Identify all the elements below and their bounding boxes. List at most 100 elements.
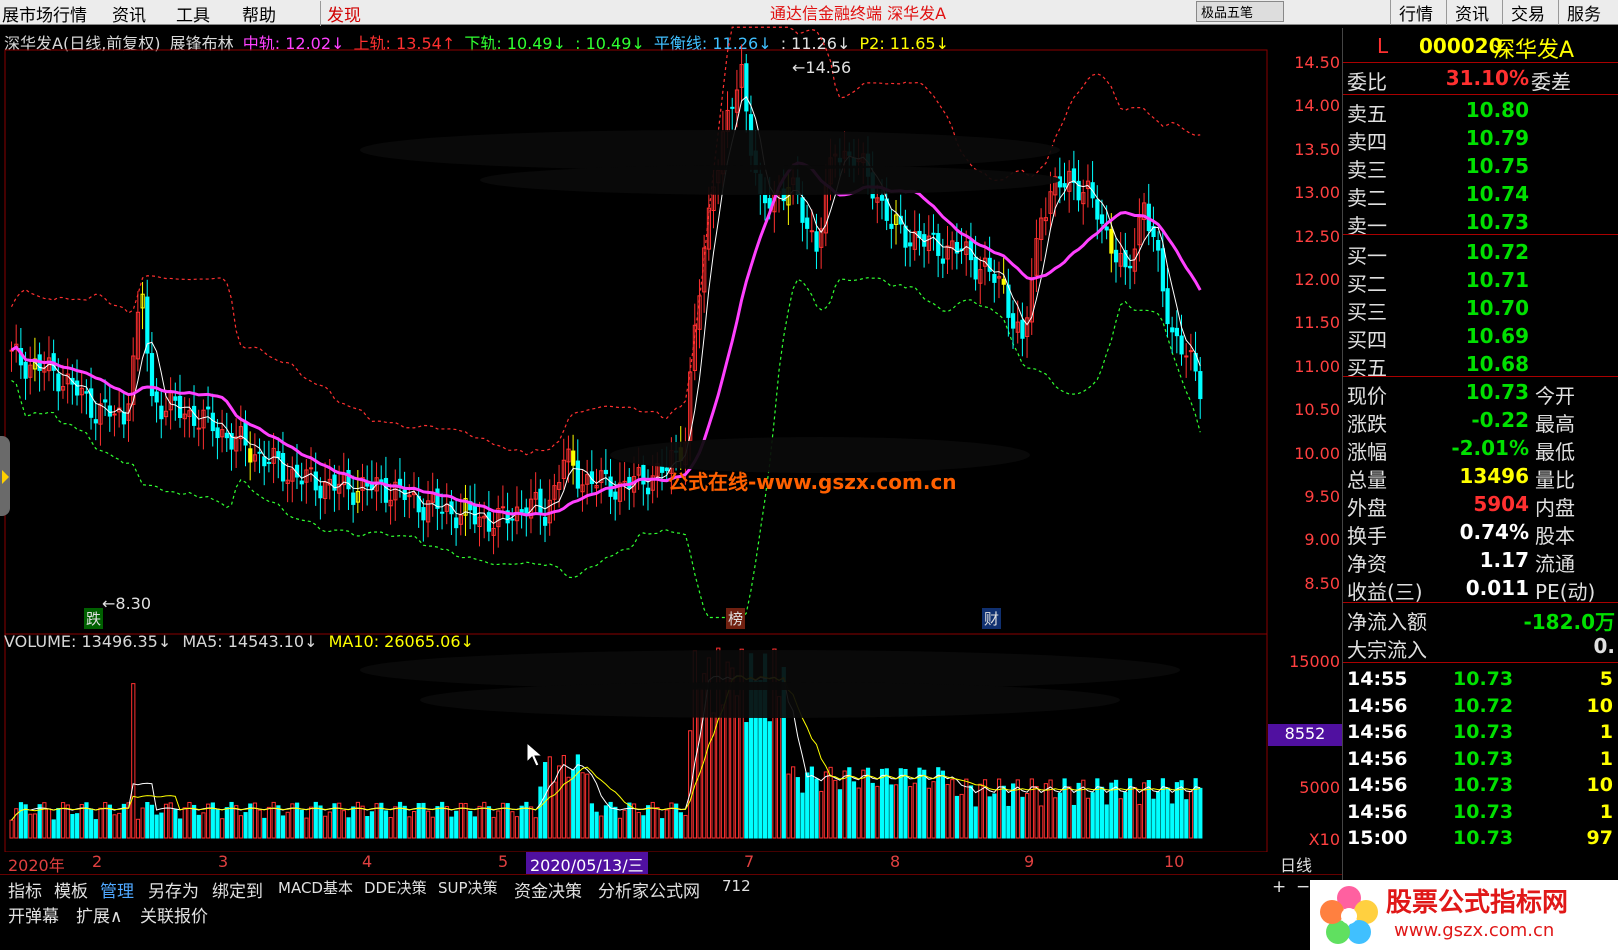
volume-bar (89, 808, 94, 839)
ask-row-value: 10.74 (1465, 182, 1529, 206)
zoom-in-button[interactable]: + (1272, 877, 1286, 897)
date-label: 10 (1164, 852, 1185, 871)
date-label: 4 (362, 852, 373, 871)
volume-title-line: VOLUME: 13496.35↓ MA5: 14543.10↓ MA10: 2… (4, 632, 480, 651)
volume-bar (842, 770, 847, 839)
candle-body (1104, 226, 1109, 231)
volume-bar (594, 811, 599, 839)
volume-bar (182, 807, 187, 839)
candle-body (1174, 327, 1180, 337)
volume-bar (496, 810, 501, 839)
stat-row: 净资 1.17 流通 (1343, 548, 1618, 576)
volume-bar (93, 819, 98, 839)
btn-service[interactable]: 服务 (1558, 0, 1609, 25)
volume-tick-label: X10 (1308, 830, 1340, 849)
btn-related-quote[interactable]: 关联报价 (140, 902, 208, 927)
volume-bar (823, 771, 829, 839)
candle-body (645, 487, 651, 495)
btn-quote[interactable]: 行情 (1390, 0, 1441, 25)
tab-indicator[interactable]: 指标 (8, 877, 42, 902)
stat-row-label: 涨跌 (1347, 412, 1387, 436)
tab-dde[interactable]: DDE决策 (364, 877, 427, 898)
volume-bar (987, 796, 992, 839)
candle-body (1156, 239, 1161, 251)
candle-body (1198, 371, 1203, 400)
volume-bar (875, 785, 880, 839)
flow-value: 0. (1593, 634, 1615, 658)
candle-body (299, 480, 304, 485)
tab-fenxijia[interactable]: 分析家公式网 (598, 877, 700, 902)
candle-body (383, 477, 389, 503)
candle-body (1109, 228, 1114, 254)
ask-row-value: 10.80 (1465, 98, 1529, 122)
volume-bar (1151, 798, 1156, 839)
candle-body (500, 506, 506, 509)
volume-bar (491, 816, 496, 839)
candle-body (210, 412, 215, 432)
volume-bar (159, 812, 164, 839)
volume-bar (1090, 792, 1095, 839)
volume-tick-label: 5000 (1299, 778, 1340, 797)
candlestick-chart[interactable] (0, 0, 1342, 852)
tab-sup[interactable]: SUP决策 (438, 877, 498, 898)
volume-bar (98, 807, 103, 839)
stat-row-label2: 股本 (1535, 524, 1575, 548)
stat-row-label: 净资 (1347, 552, 1387, 576)
volume-bar (472, 816, 478, 839)
bid-row-value: 10.69 (1465, 324, 1529, 348)
expand-arrow-icon (2, 470, 9, 484)
btn-trade[interactable]: 交易 (1502, 0, 1553, 25)
volume-bar (940, 770, 946, 839)
bid-row: 买五 10.68 (1343, 352, 1618, 380)
volume-bar (1123, 791, 1128, 839)
date-label: 3 (218, 852, 229, 871)
btn-danmaku[interactable]: 开弹幕 (8, 902, 59, 927)
date-label: 5 (498, 852, 509, 871)
tick-price: 10.73 (1453, 800, 1514, 823)
tick-time: 14:56 (1347, 800, 1408, 823)
tab-712[interactable]: 712 (722, 877, 751, 895)
tab-capital[interactable]: 资金决策 (514, 877, 582, 902)
cai-badge[interactable]: 财 (982, 608, 1002, 629)
btn-expand[interactable]: 扩展∧ (76, 902, 122, 927)
date-label: 2 (92, 852, 103, 871)
volume-bar (243, 812, 248, 839)
btn-news[interactable]: 资讯 (1446, 0, 1497, 25)
volume-bar (65, 804, 70, 839)
volume-bar (486, 806, 492, 839)
tick-time: 14:56 (1347, 721, 1408, 743)
volume-bar (805, 772, 810, 839)
tab-save-as[interactable]: 另存为 (148, 877, 199, 902)
tab-template[interactable]: 模板 (54, 877, 88, 902)
volume-bar (964, 778, 969, 839)
volume-bar (407, 816, 412, 839)
volume-bar (617, 817, 623, 839)
candle-body (1179, 335, 1184, 355)
zoom-out-button[interactable]: − (1296, 877, 1310, 897)
volume-bar (528, 806, 534, 839)
volume-bar (280, 815, 286, 839)
volume-bar (430, 816, 435, 839)
volume-bar (257, 809, 262, 839)
candle-body (575, 460, 580, 489)
stat-row: 总量 13496 量比 (1343, 464, 1618, 492)
tick-row: 14:56 10.73 10 (1343, 774, 1618, 800)
period-label[interactable]: 日线 (1280, 852, 1312, 876)
volume-bar (861, 769, 866, 839)
ask-row-label: 卖三 (1347, 158, 1387, 182)
candle-body (84, 391, 89, 394)
candle-body (1184, 355, 1189, 358)
bid-row-value: 10.72 (1465, 240, 1529, 264)
bang-badge[interactable]: 榜 (726, 608, 746, 629)
volume-bar (131, 683, 136, 839)
volume-bar (814, 778, 819, 839)
tab-macd[interactable]: MACD基本 (278, 877, 353, 898)
volume-bar (1011, 783, 1016, 839)
volume-bar (1137, 803, 1142, 839)
stat-row: 收益(三) 0.011 PE(动) (1343, 576, 1618, 604)
tab-manage[interactable]: 管理 (100, 877, 134, 902)
tab-bind-to[interactable]: 绑定到 (212, 877, 263, 902)
volume-bar (196, 814, 201, 839)
volume-bar (936, 767, 941, 839)
die-badge[interactable]: 跌 (84, 608, 104, 629)
